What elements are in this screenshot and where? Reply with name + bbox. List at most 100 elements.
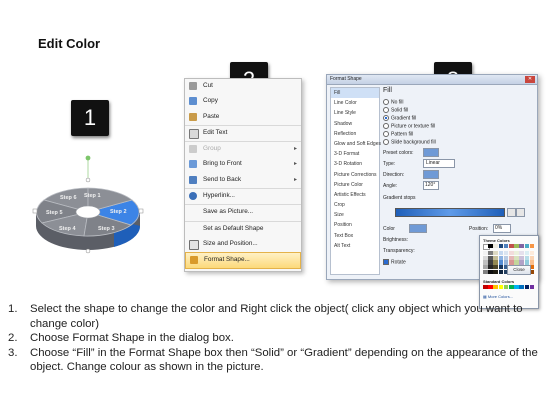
remove-stop-button[interactable] bbox=[516, 208, 525, 217]
format-shape-icon bbox=[190, 256, 198, 265]
angle-label: Angle: bbox=[383, 183, 398, 189]
label-step-1: Step 1 bbox=[84, 193, 101, 199]
close-button[interactable]: Close bbox=[507, 265, 531, 275]
standard-color-row[interactable] bbox=[483, 285, 535, 290]
size-icon bbox=[189, 239, 199, 250]
menu-item-set-default-shape[interactable]: Set as Default Shape bbox=[185, 220, 301, 237]
edit-text-icon bbox=[189, 128, 199, 139]
radio-icon bbox=[383, 131, 389, 137]
nav-glow[interactable]: Glow and Soft Edges bbox=[331, 139, 381, 149]
position-label: Position: bbox=[469, 226, 489, 232]
label-step-5: Step 5 bbox=[46, 210, 63, 216]
radio-icon bbox=[383, 139, 389, 145]
section-title: Fill bbox=[383, 87, 392, 94]
nav-line-style[interactable]: Line Style bbox=[331, 108, 379, 118]
nav-fill[interactable]: Fill bbox=[331, 88, 379, 99]
menu-item-size-position[interactable]: Size and Position... bbox=[185, 237, 301, 252]
nav-line-color[interactable]: Line Color bbox=[331, 98, 379, 108]
fill-panel: Fill No fill Solid fill Gradient fill Pi… bbox=[383, 87, 539, 309]
color-label: Color bbox=[383, 226, 395, 232]
menu-item-group[interactable]: Group ▸ bbox=[185, 141, 301, 157]
standard-colors-label: Standard Colors bbox=[483, 279, 515, 284]
group-icon bbox=[189, 145, 197, 154]
option-no-fill[interactable]: No fill bbox=[383, 99, 404, 105]
page-title: Edit Color bbox=[38, 36, 101, 51]
brightness-label: Brightness: bbox=[383, 237, 409, 243]
menu-item-save-as-picture[interactable]: Save as Picture... bbox=[185, 204, 301, 220]
direction-label: Direction: bbox=[383, 172, 405, 178]
format-shape-dialog: Format Shape ✕ Fill Line Color Line Styl… bbox=[326, 74, 539, 309]
preset-colors-dropdown[interactable] bbox=[423, 148, 439, 157]
color-picker-button[interactable] bbox=[409, 224, 427, 233]
ring-diagram[interactable]: Step 1 Step 2 Step 3 Step 4 Step 5 Step … bbox=[28, 150, 148, 260]
context-menu: Cut Copy Paste Edit Text Group ▸ Bring to… bbox=[184, 78, 302, 272]
palette-icon: ▦ bbox=[483, 294, 487, 299]
close-icon[interactable]: ✕ bbox=[525, 76, 535, 83]
submenu-arrow-icon: ▸ bbox=[293, 176, 297, 183]
menu-item-paste[interactable]: Paste bbox=[185, 110, 301, 125]
nav-position[interactable]: Position bbox=[331, 220, 379, 230]
label-step-4: Step 4 bbox=[59, 226, 76, 232]
nav-size[interactable]: Size bbox=[331, 210, 379, 220]
menu-item-send-to-back[interactable]: Send to Back ▸ bbox=[185, 173, 301, 188]
nav-crop[interactable]: Crop bbox=[331, 200, 379, 210]
direction-dropdown[interactable] bbox=[423, 170, 439, 179]
submenu-arrow-icon: ▸ bbox=[293, 161, 297, 168]
radio-icon bbox=[383, 107, 389, 113]
dialog-nav: Fill Line Color Line Style Shadow Reflec… bbox=[330, 87, 381, 275]
menu-item-edit-text[interactable]: Edit Text bbox=[185, 124, 301, 141]
instruction-step-2: 2. Choose Format Shape in the dialog box. bbox=[8, 332, 234, 345]
gradient-stops-label: Gradient stops bbox=[383, 195, 416, 201]
nav-3d-format[interactable]: 3-D Format bbox=[331, 149, 379, 159]
nav-shadow[interactable]: Shadow bbox=[331, 119, 379, 129]
paste-icon bbox=[189, 112, 197, 121]
ring-hole bbox=[75, 205, 101, 219]
type-label: Type: bbox=[383, 161, 396, 167]
radio-selected-icon bbox=[383, 115, 389, 121]
bring-front-icon bbox=[189, 160, 197, 169]
nav-alt-text[interactable]: Alt Text bbox=[331, 241, 379, 251]
menu-item-hyperlink[interactable]: Hyperlink... bbox=[185, 188, 301, 204]
menu-item-bring-to-front[interactable]: Bring to Front ▸ bbox=[185, 157, 301, 172]
menu-item-copy[interactable]: Copy bbox=[185, 94, 301, 109]
nav-text-box[interactable]: Text Box bbox=[331, 231, 379, 241]
instructions: 1. Select the shape to change the color a… bbox=[8, 302, 554, 375]
preset-colors-label: Preset colors: bbox=[383, 150, 414, 156]
add-stop-button[interactable] bbox=[507, 208, 516, 217]
more-colors-link[interactable]: ▦ More Colors... bbox=[483, 294, 513, 299]
nav-3d-rotation[interactable]: 3-D Rotation bbox=[331, 159, 379, 169]
gradient-stops-bar[interactable] bbox=[395, 208, 505, 217]
rotate-option[interactable]: Rotate bbox=[383, 259, 406, 265]
theme-colors-label: Theme Colors bbox=[483, 238, 510, 243]
nav-artistic-effects[interactable]: Artistic Effects bbox=[331, 190, 379, 200]
copy-icon bbox=[189, 97, 197, 106]
option-slide-background[interactable]: Slide background fill bbox=[383, 139, 436, 145]
label-step-3: Step 3 bbox=[98, 226, 115, 232]
nav-reflection[interactable]: Reflection bbox=[331, 129, 379, 139]
rotation-handle[interactable] bbox=[85, 155, 91, 161]
transparency-label: Transparency: bbox=[383, 248, 415, 254]
position-input[interactable]: 0% bbox=[493, 224, 511, 233]
menu-item-format-shape[interactable]: Format Shape... bbox=[185, 252, 301, 269]
dialog-title: Format Shape bbox=[327, 75, 537, 85]
radio-icon bbox=[383, 99, 389, 105]
option-picture-fill[interactable]: Picture or texture fill bbox=[383, 123, 435, 129]
label-step-6: Step 6 bbox=[60, 195, 77, 201]
hyperlink-icon bbox=[189, 192, 197, 201]
submenu-arrow-icon: ▸ bbox=[293, 146, 297, 153]
instruction-step-1: 1. Select the shape to change the color a… bbox=[8, 303, 523, 330]
type-dropdown[interactable]: Linear bbox=[423, 159, 455, 168]
option-pattern-fill[interactable]: Pattern fill bbox=[383, 131, 413, 137]
nav-picture-corrections[interactable]: Picture Corrections bbox=[331, 170, 379, 180]
menu-item-cut[interactable]: Cut bbox=[185, 79, 301, 94]
nav-picture-color[interactable]: Picture Color bbox=[331, 180, 379, 190]
step-1-badge: 1 bbox=[71, 100, 109, 136]
option-solid-fill[interactable]: Solid fill bbox=[383, 107, 408, 113]
checkbox-icon bbox=[383, 259, 389, 265]
angle-input[interactable]: 120° bbox=[423, 181, 439, 190]
radio-icon bbox=[383, 123, 389, 129]
option-gradient-fill[interactable]: Gradient fill bbox=[383, 115, 416, 121]
send-back-icon bbox=[189, 175, 197, 184]
instruction-step-3: 3. Choose “Fill” in the Format Shape box … bbox=[8, 346, 538, 374]
scissors-icon bbox=[189, 82, 197, 90]
